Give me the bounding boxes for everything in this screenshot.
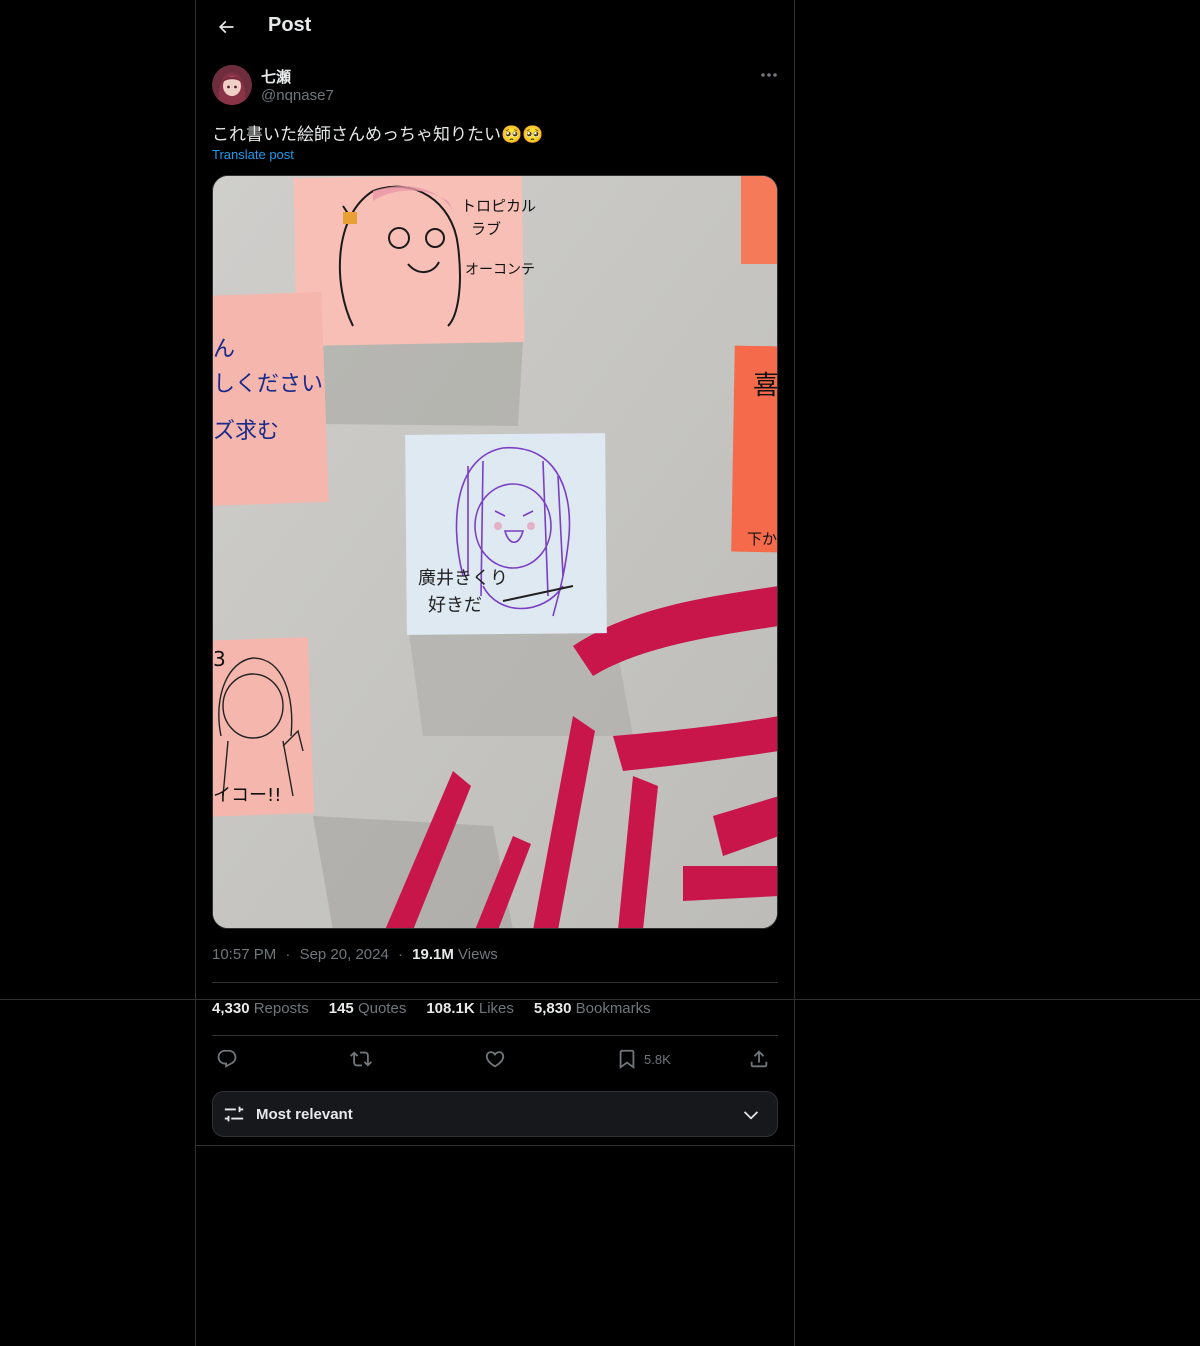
center-note-text-2: 好きだ [428, 595, 482, 616]
quotes-count: 145 [328, 1000, 354, 1017]
action-bar: 5.8K [212, 1044, 778, 1074]
likes-count: 108.1K [426, 1000, 475, 1017]
top-note-text-2: ラブ [471, 220, 501, 238]
meta-separator: · [285, 946, 291, 963]
likes-label: Likes [478, 1000, 514, 1017]
bookmarks-label: Bookmarks [575, 1000, 651, 1017]
reply-sort-dropdown[interactable]: Most relevant [212, 1091, 778, 1137]
back-button[interactable] [208, 9, 244, 45]
arrow-left-icon [218, 20, 234, 34]
left-note-text-2: しください [213, 372, 323, 397]
bottom-left-sticky-note: 3 イコー!! [213, 637, 315, 817]
meta-separator: · [397, 946, 403, 963]
views-count: 19.1M [412, 946, 454, 963]
bookmark-icon [619, 1049, 635, 1070]
quotes-label: Quotes [357, 1000, 407, 1017]
top-note-text-3: オーコンテ [465, 262, 535, 278]
divider [212, 982, 778, 983]
share-icon [750, 1050, 768, 1068]
repost-button[interactable] [350, 1044, 372, 1074]
repost-icon [350, 1051, 372, 1067]
reply-icon [217, 1049, 237, 1068]
reply-button[interactable] [216, 1044, 238, 1074]
post-time[interactable]: 10:57 PM [212, 946, 276, 963]
right-note-text-1: 喜 [753, 371, 778, 401]
post-meta: 10:57 PM · Sep 20, 2024 · 19.1M Views [212, 946, 498, 963]
left-note-text-3: ズ求む [213, 419, 279, 444]
post-photo[interactable]: トロピカル ラブ オーコンテ ん しください ズ求む 廣井きくり 好きだ 3 イ… [212, 175, 778, 929]
sliders-icon [224, 1106, 244, 1122]
more-dots-icon [761, 73, 777, 77]
avatar[interactable] [212, 65, 252, 105]
bottom-left-note-corner: 3 [213, 647, 226, 671]
center-sticky-note: 廣井きくり 好きだ [405, 433, 607, 635]
page-title: Post [268, 14, 312, 36]
bookmarks-stat[interactable]: 5,830 Bookmarks [534, 1000, 651, 1017]
sort-label: Most relevant [256, 1106, 353, 1123]
heart-icon [485, 1051, 505, 1068]
post-text: これ書いた絵師さんめっちゃ知りたい🥺🥺 [212, 125, 544, 144]
center-note-text-1: 廣井きくり [418, 568, 508, 589]
right-note-text-2: 下か [747, 530, 777, 548]
author-display-name[interactable]: 七瀬 [261, 66, 291, 87]
avatar-image [212, 65, 252, 105]
author-handle[interactable]: @nqnase7 [261, 87, 334, 104]
left-sticky-note: ん しください ズ求む [213, 291, 329, 507]
quotes-stat[interactable]: 145 Quotes [329, 1000, 407, 1017]
sticky-notes-photo: トロピカル ラブ オーコンテ ん しください ズ求む 廣井きくり 好きだ 3 イ… [213, 176, 778, 928]
likes-stat[interactable]: 108.1K Likes [426, 1000, 514, 1017]
reposts-count: 4,330 [212, 1000, 250, 1017]
right-sticky-note: 喜 下か [731, 345, 778, 553]
more-options-button[interactable] [754, 64, 784, 86]
share-button[interactable] [748, 1044, 770, 1074]
bottom-left-note-text: イコー!! [213, 785, 281, 806]
top-sticky-note: トロピカル ラブ オーコンテ [293, 176, 536, 346]
post-date[interactable]: Sep 20, 2024 [300, 946, 389, 963]
bookmark-count: 5.8K [644, 1051, 671, 1067]
left-note-text-1: ん [213, 337, 235, 362]
bookmark-button[interactable]: 5.8K [616, 1044, 671, 1074]
bookmarks-count: 5,830 [533, 1000, 572, 1017]
top-right-sticky-note [741, 176, 777, 264]
page-header: Post [196, 0, 794, 54]
divider [212, 1035, 778, 1036]
top-note-text-1: トロピカル [461, 197, 536, 215]
translate-post-link[interactable]: Translate post [212, 147, 294, 162]
reposts-stat[interactable]: 4,330 Reposts [212, 1000, 309, 1017]
post-stats: 4,330 Reposts 145 Quotes 108.1K Likes 5,… [212, 1000, 651, 1017]
reposts-label: Reposts [253, 1000, 309, 1017]
views-label: Views [458, 946, 498, 963]
section-divider [196, 1145, 794, 1146]
like-button[interactable] [484, 1044, 506, 1074]
chevron-down-icon [743, 1111, 759, 1120]
